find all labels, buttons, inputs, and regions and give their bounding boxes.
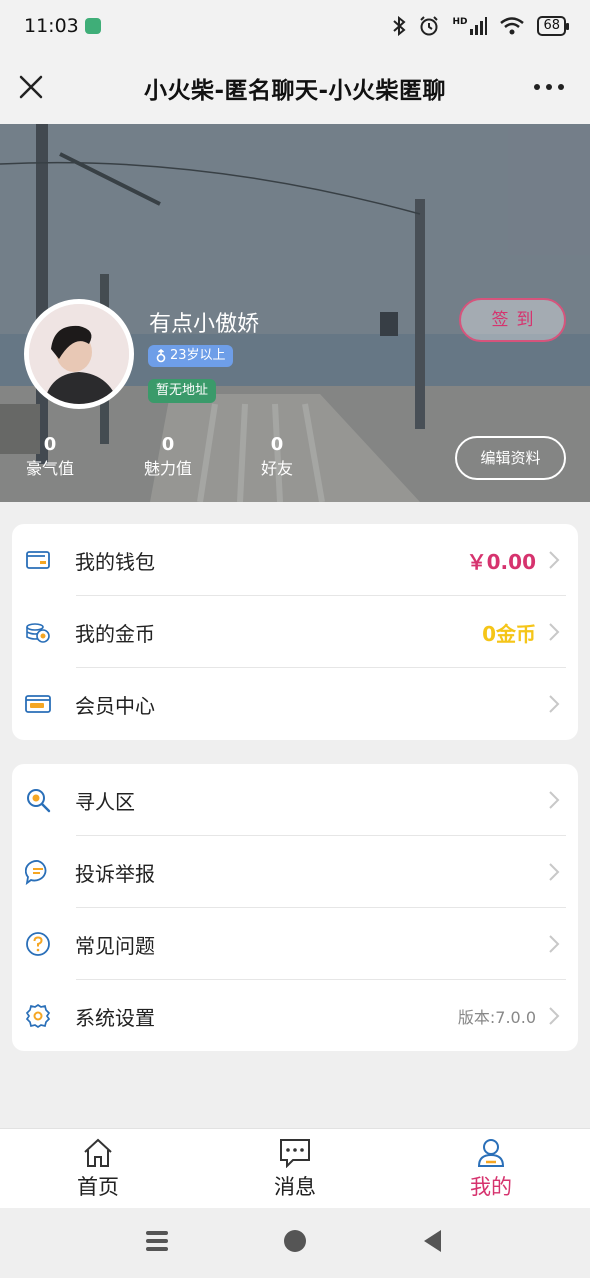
male-icon (156, 349, 166, 363)
menu-item-find-people[interactable]: 寻人区 (12, 764, 578, 836)
wallet-icon (26, 551, 50, 569)
tab-label: 我的 (470, 1175, 512, 1199)
tab-label: 消息 (274, 1175, 316, 1199)
menu-item-label: 投诉举报 (75, 861, 155, 886)
message-icon (280, 1139, 310, 1168)
menu-item-label: 寻人区 (75, 789, 135, 814)
service-menu-card: 寻人区 投诉举报 常见问题 系统设置 版本:7.0.0 (12, 764, 578, 1051)
stat-label: 豪气值 (25, 459, 74, 478)
nickname: 有点小傲娇 (149, 312, 260, 337)
status-time: 11:03 (24, 15, 79, 37)
menu-item-label: 我的钱包 (75, 549, 155, 574)
stat-value: 0 (161, 434, 175, 455)
search-icon (27, 789, 51, 813)
menu-item-label: 常见问题 (75, 933, 155, 958)
wallet-balance: ￥0.00 (466, 549, 536, 574)
menu-item-label: 会员中心 (75, 693, 155, 718)
chevron-right-icon (549, 551, 560, 569)
user-icon (477, 1139, 505, 1167)
gear-icon (25, 1003, 51, 1029)
battery-indicator: 68 (537, 16, 569, 36)
tab-label: 首页 (77, 1175, 119, 1199)
stat-label: 魅力值 (143, 459, 192, 478)
menu-item-label: 我的金币 (75, 621, 155, 646)
title-bar: 小火柴-匿名聊天-小火柴匿聊 (0, 52, 590, 124)
tab-me[interactable]: 我的 (431, 1129, 551, 1209)
system-navigation-bar (0, 1208, 590, 1278)
tab-messages[interactable]: 消息 (235, 1129, 355, 1209)
menu-item-faq[interactable]: 常见问题 (12, 908, 578, 980)
stat-value: 0 (270, 434, 284, 455)
wifi-icon (500, 17, 525, 35)
age-tag: 23岁以上 (148, 345, 233, 367)
app-notification-icon (84, 18, 101, 34)
app-version: 版本:7.0.0 (457, 1008, 536, 1027)
menu-item-wallet[interactable]: 我的钱包 ￥0.00 (12, 524, 578, 596)
menu-item-vip[interactable]: 会员中心 (12, 668, 578, 740)
stat-friends[interactable]: 0 好友 (232, 434, 322, 482)
avatar-photo (29, 304, 129, 404)
close-icon[interactable] (16, 72, 46, 102)
status-bar: 11:03 HD 68 (0, 0, 590, 52)
signin-button[interactable]: 签到 (459, 298, 566, 342)
tab-home[interactable]: 首页 (38, 1129, 158, 1209)
network-label: HD (452, 17, 468, 27)
chevron-right-icon (549, 1007, 560, 1025)
hd-signal-icon: HD (452, 17, 488, 35)
address-tag: 暂无地址 (148, 379, 217, 403)
question-icon (26, 932, 50, 956)
chevron-right-icon (549, 695, 560, 713)
menu-item-label: 系统设置 (75, 1005, 155, 1030)
menu-item-settings[interactable]: 系统设置 版本:7.0.0 (12, 980, 578, 1051)
chevron-right-icon (549, 935, 560, 953)
chevron-right-icon (549, 623, 560, 641)
edit-profile-button[interactable]: 编辑资料 (455, 436, 566, 480)
back-icon[interactable] (421, 1228, 445, 1254)
menu-item-coins[interactable]: 我的金币 0金币 (12, 596, 578, 668)
profile-header: 有点小傲娇 23岁以上 暂无地址 签到 0 豪气值 0 魅力值 0 好友 编辑资… (0, 124, 590, 502)
chat-report-icon (25, 860, 47, 885)
more-options-icon[interactable] (532, 74, 566, 100)
stat-generosity[interactable]: 0 豪气值 (5, 434, 95, 482)
menu-item-report[interactable]: 投诉举报 (12, 836, 578, 908)
avatar[interactable] (24, 299, 134, 409)
menu-icon[interactable] (145, 1228, 169, 1254)
stat-label: 好友 (260, 459, 293, 478)
bluetooth-icon (393, 16, 406, 36)
vip-card-icon (25, 695, 51, 713)
alarm-icon (420, 16, 439, 36)
coins-icon (26, 623, 50, 643)
chevron-right-icon (549, 863, 560, 881)
chevron-right-icon (549, 791, 560, 809)
stat-value: 0 (43, 434, 57, 455)
home-icon (84, 1138, 112, 1167)
stat-charm[interactable]: 0 魅力值 (123, 434, 213, 482)
page-title: 小火柴-匿名聊天-小火柴匿聊 (143, 78, 447, 104)
status-icons: HD 68 (392, 15, 569, 37)
age-tag-label: 23岁以上 (170, 348, 226, 363)
home-button-icon[interactable] (283, 1228, 307, 1254)
account-menu-card: 我的钱包 ￥0.00 我的金币 0金币 会员中心 (12, 524, 578, 740)
bottom-tab-bar: 首页 消息 我的 (0, 1128, 590, 1208)
coins-balance: 0金币 (482, 621, 536, 646)
